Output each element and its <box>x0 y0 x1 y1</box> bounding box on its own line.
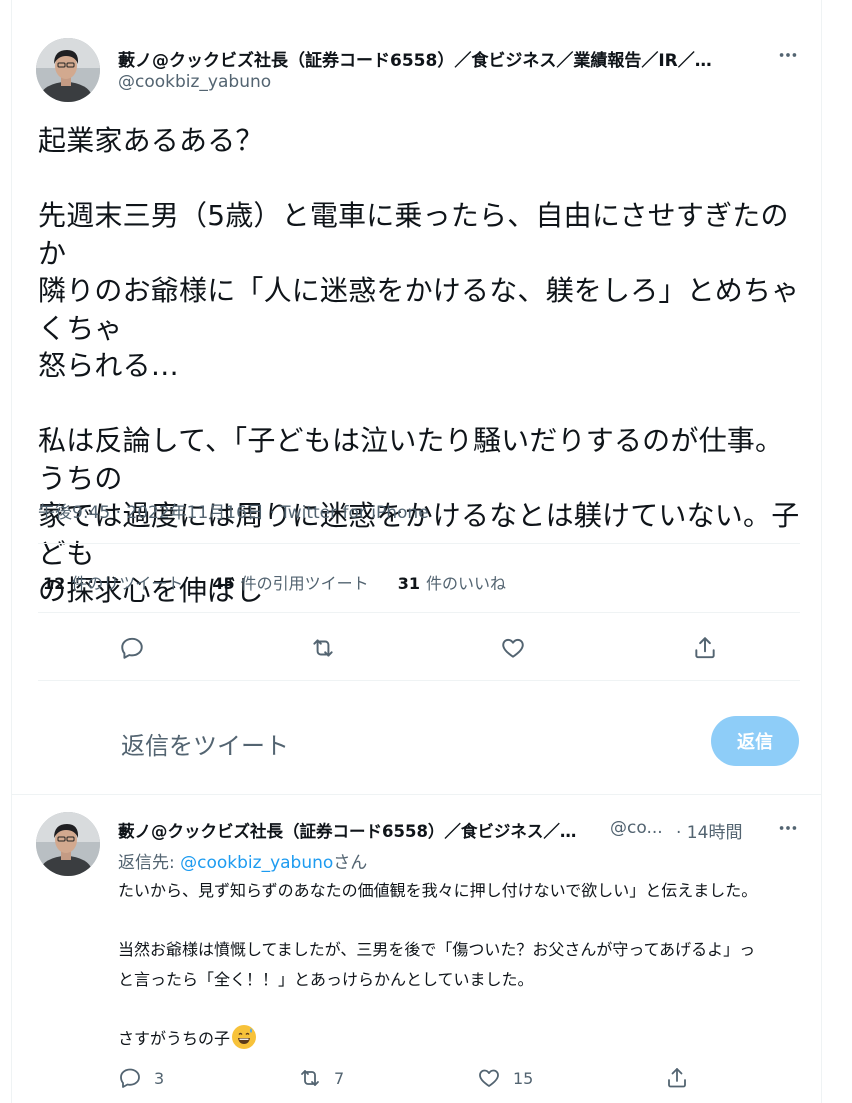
grinning-sweat-emoji <box>232 1024 257 1049</box>
replying-to-prefix: 返信先: <box>118 853 181 873</box>
reply-tweet-text: たいから、見ず知らずのあなたの価値観を我々に押し付けないで欲しい」と伝えました。… <box>118 876 808 1053</box>
reply-input[interactable]: 返信をツイート <box>121 726 289 761</box>
retweet-icon <box>301 1070 319 1086</box>
reply-reply-action[interactable]: 3 <box>118 1066 164 1090</box>
reply-share-action[interactable] <box>665 1066 701 1090</box>
author-avatar[interactable] <box>36 38 100 102</box>
reply-likes-count: 15 <box>513 1068 534 1088</box>
reply-author-handle[interactable]: @co... <box>610 818 663 838</box>
more-options-icon[interactable] <box>777 44 799 66</box>
reply-author-avatar[interactable] <box>36 812 100 876</box>
divider <box>38 543 800 544</box>
quotes-count: 45 <box>212 574 235 593</box>
reply-icon <box>120 1068 140 1088</box>
reply-time[interactable]: · 14時間 <box>676 818 742 843</box>
reply-retweet-action[interactable]: 7 <box>298 1066 344 1090</box>
quotes-label: 件の引用ツイート <box>240 574 369 593</box>
like-icon <box>479 1069 499 1087</box>
reply-replies-count: 3 <box>154 1068 165 1088</box>
divider <box>12 794 822 795</box>
like-icon[interactable] <box>498 633 528 663</box>
likes-label: 件のいいね <box>426 574 507 593</box>
retweets-stat[interactable]: 12 件のリツイート <box>43 574 183 593</box>
reply-author-name[interactable]: 藪ノ@クックビズ社長（証券コード6558）／食ビジネス／… <box>118 818 600 842</box>
likes-stat[interactable]: 31 件のいいね <box>398 574 506 593</box>
reply-more-options-icon[interactable] <box>777 817 799 839</box>
retweet-icon[interactable] <box>308 633 338 663</box>
author-handle[interactable]: @cookbiz_yabuno <box>118 72 271 92</box>
tweet-text: 起業家あるある？ 先週末三男（5歳）と電車に乗ったら、自由にさせすぎたのか 隣り… <box>38 124 800 607</box>
replying-to-suffix: さん <box>333 853 368 873</box>
replying-to: 返信先: @cookbiz_yabunoさん <box>118 848 367 873</box>
reply-icon[interactable] <box>117 633 147 663</box>
divider <box>38 612 800 613</box>
retweets-count: 12 <box>43 574 66 593</box>
likes-count: 31 <box>397 574 421 593</box>
quotes-stat[interactable]: 45 件の引用ツイート <box>212 574 368 593</box>
share-icon[interactable] <box>690 633 720 663</box>
reply-tweet-body: たいから、見ず知らずのあなたの価値観を我々に押し付けないで欲しい」と伝えました。… <box>118 881 758 1048</box>
author-name[interactable]: 藪ノ@クックビズ社長（証券コード6558）／食ビジネス／業績報告／IR／… <box>118 46 758 71</box>
reply-like-action[interactable]: 15 <box>477 1066 533 1090</box>
tweet-stats: 12 件のリツイート 45 件の引用ツイート 31 件のいいね <box>43 570 530 594</box>
reply-retweets-count: 7 <box>334 1068 345 1088</box>
reply-button[interactable]: 返信 <box>711 716 799 766</box>
replying-to-handle[interactable]: @cookbiz_yabuno <box>180 853 333 873</box>
share-icon <box>668 1068 686 1088</box>
divider <box>38 680 800 681</box>
retweets-label: 件のリツイート <box>71 574 184 593</box>
tweet-timestamp[interactable]: 午後9:45 · 2022年11月16日 · Twitter for iPhon… <box>38 498 429 523</box>
